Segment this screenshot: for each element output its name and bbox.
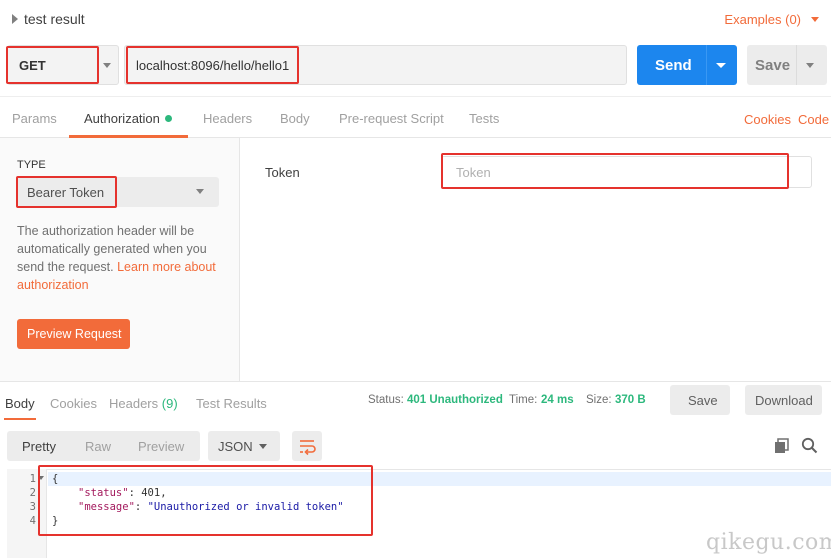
format-preview[interactable]: Preview <box>138 439 184 454</box>
search-icon[interactable] <box>801 437 818 457</box>
save-divider <box>796 45 797 85</box>
active-indicator-dot-icon <box>165 115 172 122</box>
tab-body[interactable]: Body <box>280 111 310 126</box>
line-number: 3 <box>29 501 36 513</box>
status-value[interactable]: 401 Unauthorized <box>407 394 503 406</box>
chevron-down-icon[interactable] <box>103 63 111 68</box>
code-line-close-brace: } <box>52 515 59 527</box>
tab-params[interactable]: Params <box>12 111 57 126</box>
wrap-lines-button[interactable] <box>292 431 322 461</box>
tab-headers[interactable]: Headers <box>203 111 252 126</box>
tab-response-cookies[interactable]: Cookies <box>50 396 97 411</box>
tab-test-results[interactable]: Test Results <box>196 396 267 411</box>
auth-type-label: TYPE <box>17 159 46 171</box>
copy-icon[interactable] <box>774 438 790 457</box>
tab-tests[interactable]: Tests <box>469 111 499 126</box>
tab-response-headers-label: Headers <box>109 396 159 411</box>
line-number: 2 <box>29 487 36 499</box>
time-value[interactable]: 24 ms <box>541 394 574 406</box>
chevron-down-icon[interactable] <box>196 189 204 194</box>
auth-type-value: Bearer Token <box>27 185 105 200</box>
active-line-highlight <box>48 472 831 486</box>
send-button-label: Send <box>655 57 692 74</box>
json-comma: , <box>160 487 167 499</box>
json-colon: : <box>134 501 148 513</box>
json-string: "Unauthorized or invalid token" <box>147 501 344 513</box>
json-colon: : <box>128 487 142 499</box>
tab-authorization[interactable]: Authorization <box>84 111 160 126</box>
chevron-down-icon[interactable] <box>811 17 819 22</box>
request-header <box>0 0 831 38</box>
fold-arrow-icon[interactable] <box>38 476 44 480</box>
examples-dropdown[interactable]: Examples (0) <box>724 12 801 27</box>
active-tab-underline <box>4 418 36 420</box>
watermark: qikegu.com <box>706 530 831 555</box>
token-placeholder: Token <box>456 165 491 180</box>
tab-response-body[interactable]: Body <box>5 396 35 411</box>
json-number: 401 <box>141 487 161 499</box>
status-label: Status: <box>368 394 404 406</box>
json-key: "message" <box>78 501 135 513</box>
time-label: Time: <box>509 394 538 406</box>
collapse-caret-icon[interactable] <box>12 14 18 24</box>
code-line-status: "status": 401, <box>78 487 167 499</box>
line-number: 4 <box>29 515 36 527</box>
send-divider <box>706 45 707 85</box>
send-options-chevron-icon[interactable] <box>716 63 726 68</box>
code-link[interactable]: Code <box>798 112 829 127</box>
chevron-down-icon[interactable] <box>259 444 267 449</box>
save-button-label: Save <box>755 57 791 74</box>
method-value: GET <box>19 58 46 73</box>
line-number: 1 <box>29 473 36 485</box>
preview-request-label: Preview Request <box>27 327 122 341</box>
headers-count-badge: (9) <box>161 396 178 411</box>
code-line-message: "message": "Unauthorized or invalid toke… <box>78 501 344 513</box>
response-divider <box>0 381 831 382</box>
size-value[interactable]: 370 B <box>615 394 646 406</box>
token-input[interactable] <box>441 156 812 188</box>
download-label: Download <box>755 393 813 408</box>
auth-description: The authorization header will be automat… <box>17 222 222 294</box>
format-raw[interactable]: Raw <box>85 439 111 454</box>
language-value: JSON <box>218 439 253 454</box>
format-pretty[interactable]: Pretty <box>22 439 56 454</box>
tab-response-headers[interactable]: Headers (9) <box>109 396 178 411</box>
json-key: "status" <box>78 487 129 499</box>
token-label: Token <box>265 165 300 180</box>
request-name[interactable]: test result <box>24 11 85 27</box>
tab-pre-request-script[interactable]: Pre-request Script <box>339 111 444 126</box>
cookies-link[interactable]: Cookies <box>744 112 791 127</box>
url-value: localhost:8096/hello/hello1 <box>136 58 290 73</box>
size-label: Size: <box>586 394 612 406</box>
wrap-lines-icon <box>300 440 316 456</box>
save-options-chevron-icon[interactable] <box>806 63 814 68</box>
code-line-open-brace: { <box>52 473 59 485</box>
save-response-label: Save <box>688 393 718 408</box>
